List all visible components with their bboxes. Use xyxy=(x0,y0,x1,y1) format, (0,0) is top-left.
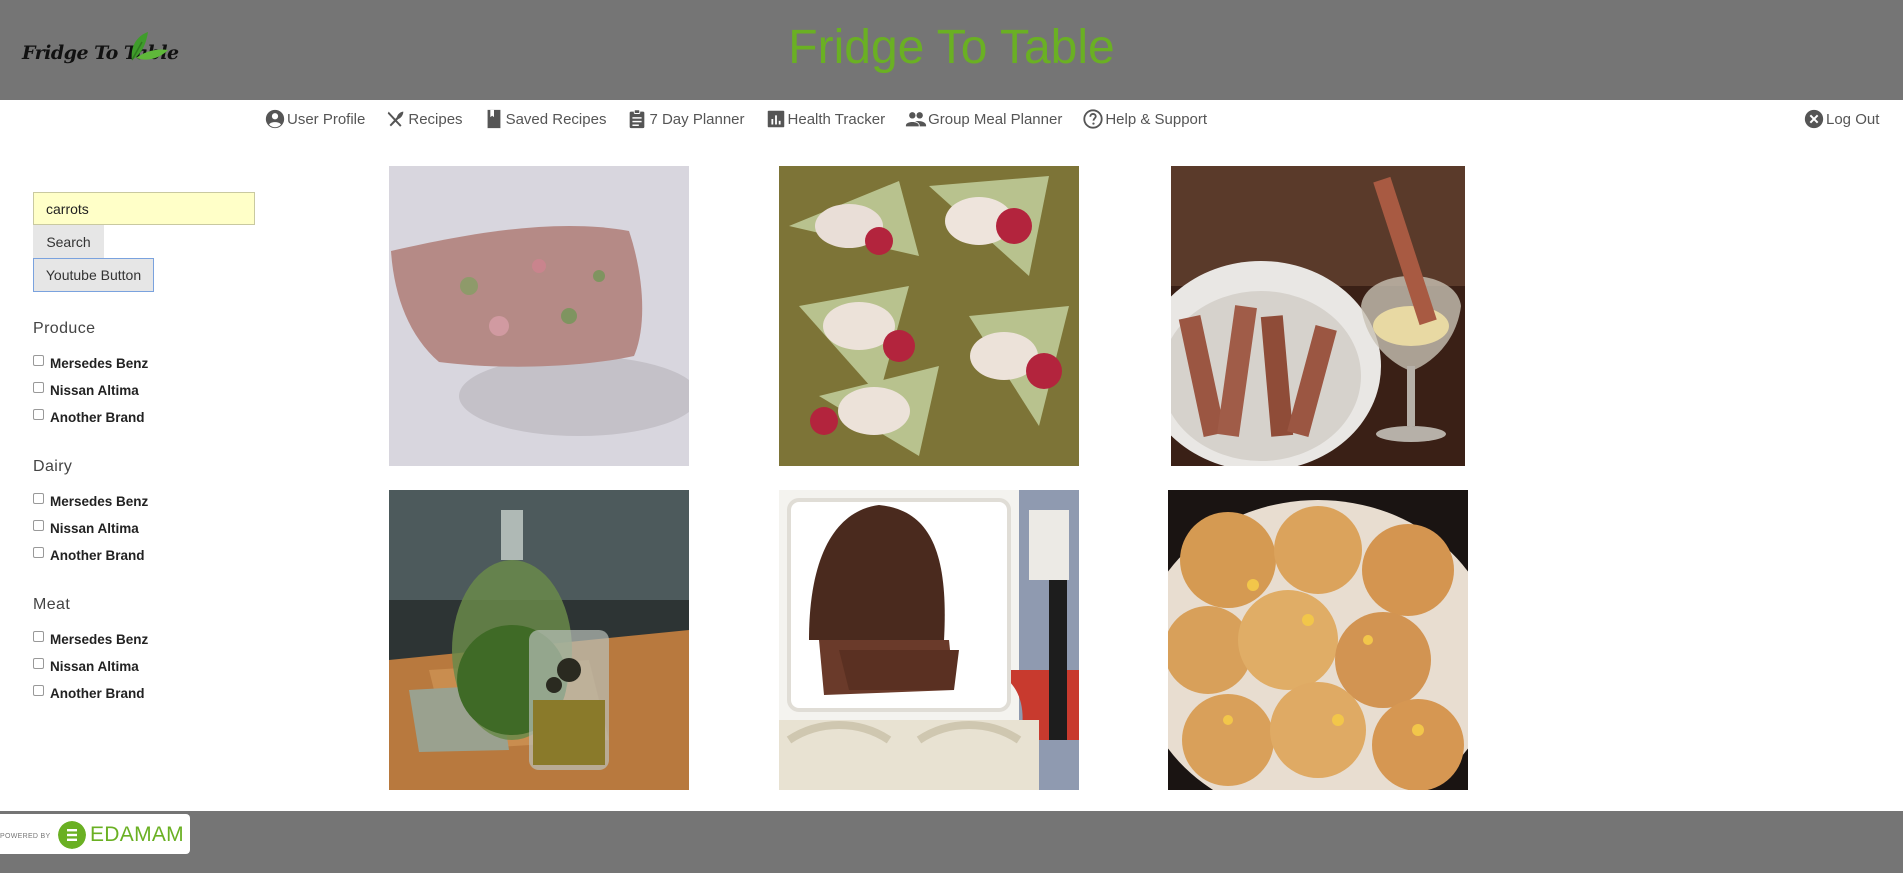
category-title: Dairy xyxy=(33,458,73,475)
recipe-image xyxy=(779,166,1079,466)
search-input[interactable] xyxy=(33,192,255,225)
checkbox-label: Mersedes Benz xyxy=(50,494,149,509)
filter-checkbox[interactable]: Another Brand xyxy=(33,680,263,707)
bar-chart-icon xyxy=(767,110,784,128)
recipe-image xyxy=(779,490,1079,790)
checkbox-label: Nissan Altima xyxy=(50,383,139,398)
nav-label: 7 Day Planner xyxy=(649,110,745,128)
edamam-logo-icon xyxy=(58,821,86,849)
filter-sidebar: Search Youtube Button Produce Mersedes B… xyxy=(33,192,263,707)
filter-checkbox[interactable]: Another Brand xyxy=(33,404,263,431)
filter-checkbox[interactable]: Nissan Altima xyxy=(33,653,263,680)
nav-label: Saved Recipes xyxy=(505,110,607,128)
nav-group-meal-planner[interactable]: Group Meal Planner xyxy=(905,108,1062,130)
category-title: Produce xyxy=(33,320,96,337)
checkbox-label: Mersedes Benz xyxy=(50,632,149,647)
help-circle-icon xyxy=(1083,109,1103,129)
bookmark-icon xyxy=(487,109,500,129)
recipe-card-glazed-meatloaf[interactable] xyxy=(779,490,1079,790)
nav-help-support[interactable]: Help & Support xyxy=(1082,108,1207,130)
edamam-brand: EDAMAM xyxy=(90,823,184,846)
recipe-image xyxy=(1168,490,1468,790)
group-icon xyxy=(905,112,927,127)
checkbox[interactable] xyxy=(33,382,44,393)
recipe-card-terrine-slice[interactable] xyxy=(389,166,689,466)
checkbox[interactable] xyxy=(33,355,44,366)
checkbox-label: Another Brand xyxy=(50,410,145,425)
logout-label: Log Out xyxy=(1826,110,1880,128)
category-dairy: Dairy Mersedes Benz Nissan Altima Anothe… xyxy=(33,458,263,569)
fork-knife-icon xyxy=(388,111,404,127)
filter-checkbox[interactable]: Mersedes Benz xyxy=(33,350,263,377)
checkbox-label: Mersedes Benz xyxy=(50,356,149,371)
nav-label: Group Meal Planner xyxy=(928,110,1063,128)
checkbox-label: Another Brand xyxy=(50,686,145,701)
checkbox-label: Nissan Altima xyxy=(50,659,139,674)
recipe-card-spam-fries-aioli[interactable] xyxy=(1171,166,1465,466)
filter-checkbox[interactable]: Another Brand xyxy=(33,542,263,569)
nav-label: User Profile xyxy=(287,110,366,128)
logout-link[interactable]: Log Out xyxy=(1803,108,1879,130)
category-meat: Meat Mersedes Benz Nissan Altima Another… xyxy=(33,596,263,707)
close-circle-icon xyxy=(1804,109,1824,129)
nav-user-profile[interactable]: User Profile xyxy=(264,108,365,130)
checkbox[interactable] xyxy=(33,520,44,531)
nav-label: Recipes xyxy=(408,110,463,128)
nav-health-tracker[interactable]: Health Tracker xyxy=(765,108,886,130)
main-nav: User Profile Recipes Saved Recipes 7 Day… xyxy=(264,108,1227,130)
recipe-card-corn-cheese-fritters[interactable] xyxy=(1168,490,1468,790)
header-bar: Fridge To Table Fridge To Table xyxy=(0,0,1903,100)
nav-label: Health Tracker xyxy=(787,110,886,128)
checkbox[interactable] xyxy=(33,409,44,420)
recipe-card-olive-oil-bottle-jar[interactable] xyxy=(389,490,689,790)
nav-label: Help & Support xyxy=(1105,110,1208,128)
filter-checkbox[interactable]: Mersedes Benz xyxy=(33,626,263,653)
nav-7-day-planner[interactable]: 7 Day Planner xyxy=(626,108,745,130)
nav-recipes[interactable]: Recipes xyxy=(385,108,463,130)
site-title: Fridge To Table xyxy=(788,21,1115,74)
recipe-image xyxy=(389,166,689,466)
filter-checkbox[interactable]: Mersedes Benz xyxy=(33,488,263,515)
app-root: Fridge To Table Fridge To Table User Pro… xyxy=(0,0,1903,873)
checkbox[interactable] xyxy=(33,547,44,558)
nav-saved-recipes[interactable]: Saved Recipes xyxy=(483,108,607,130)
edamam-badge[interactable]: POWERED BY EDAMAM xyxy=(0,814,190,854)
filter-checkbox[interactable]: Nissan Altima xyxy=(33,377,263,404)
category-title: Meat xyxy=(33,596,71,613)
category-produce: Produce Mersedes Benz Nissan Altima Anot… xyxy=(33,320,263,431)
footer-bar xyxy=(0,811,1903,873)
recipe-image xyxy=(389,490,689,790)
checkbox[interactable] xyxy=(33,658,44,669)
checkbox[interactable] xyxy=(33,493,44,504)
checkbox[interactable] xyxy=(33,685,44,696)
recipe-card-melon-prosciutto-bites[interactable] xyxy=(779,166,1079,466)
recipe-image xyxy=(1171,166,1465,466)
search-button[interactable]: Search xyxy=(33,225,104,258)
powered-by-label: POWERED BY xyxy=(0,833,51,840)
filter-checkbox[interactable]: Nissan Altima xyxy=(33,515,263,542)
clipboard-icon xyxy=(630,109,645,129)
checkbox[interactable] xyxy=(33,631,44,642)
checkbox-label: Another Brand xyxy=(50,548,145,563)
youtube-button[interactable]: Youtube Button xyxy=(33,258,154,292)
checkbox-label: Nissan Altima xyxy=(50,521,139,536)
account-circle-icon xyxy=(265,109,285,129)
